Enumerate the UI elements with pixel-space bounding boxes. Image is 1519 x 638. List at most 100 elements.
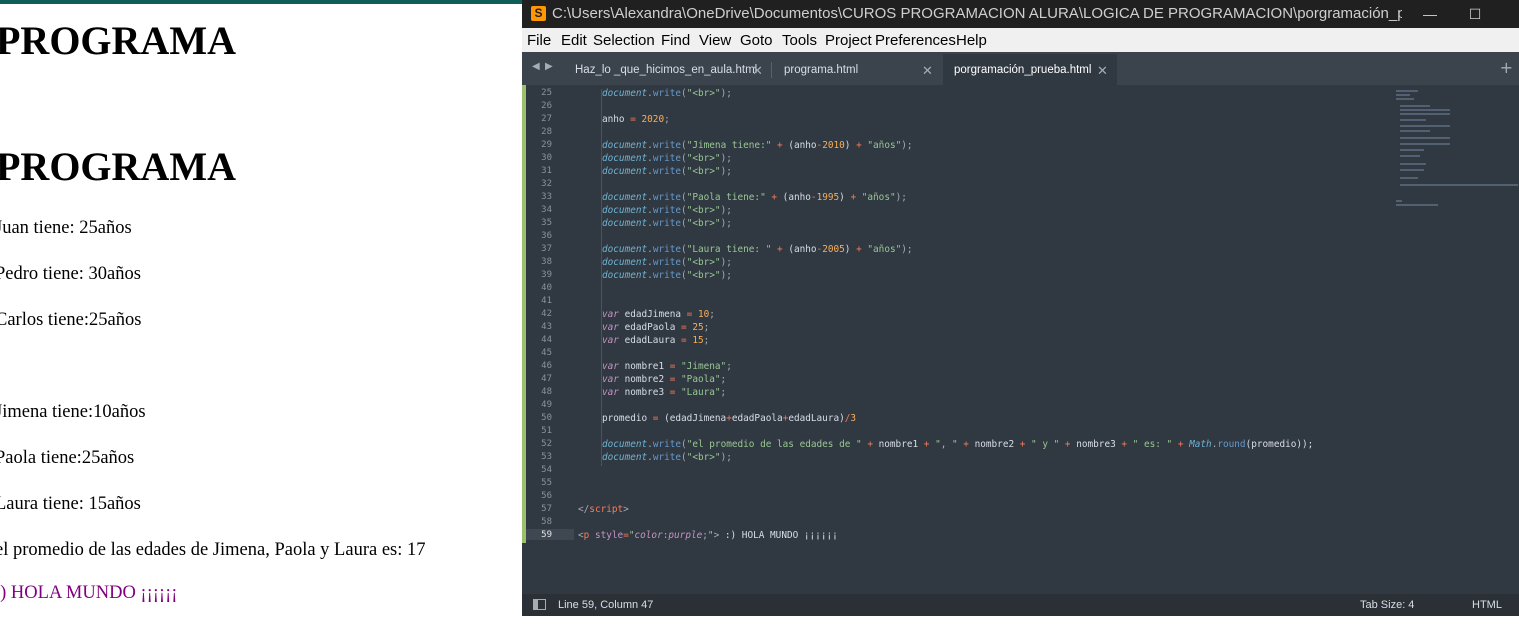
minimap-line <box>1400 105 1430 107</box>
sidebar-toggle-icon[interactable] <box>533 599 546 610</box>
minimap-line <box>1396 98 1414 100</box>
menu-tools[interactable]: Tools <box>782 32 817 49</box>
line-number: 48 <box>541 387 552 397</box>
menu-find[interactable]: Find <box>661 32 690 49</box>
code-line: var nombre3 = "Laura"; <box>602 387 727 398</box>
minimap-line <box>1396 90 1418 92</box>
line-number: 39 <box>541 270 552 280</box>
code-line: var nombre2 = "Paola"; <box>602 374 727 385</box>
line-number: 41 <box>541 296 552 306</box>
new-tab-icon[interactable]: + <box>1500 58 1513 77</box>
line-number: 53 <box>541 452 552 462</box>
minimap-line <box>1400 143 1450 145</box>
tab-next-icon[interactable]: ▶ <box>545 61 553 72</box>
code-line: document.write("<br>"); <box>602 270 732 281</box>
status-bar: Line 59, Column 47 Tab Size: 4 HTML <box>522 594 1519 616</box>
hola-mundo-line: :) HOLA MUNDO ¡¡¡¡¡¡ <box>0 583 178 603</box>
line-number: 49 <box>541 400 552 410</box>
code-line: var edadPaola = 25; <box>602 322 710 333</box>
code-line: var edadJimena = 10; <box>602 309 715 320</box>
line-number: 30 <box>541 153 552 163</box>
line-number: 52 <box>541 439 552 449</box>
line-number: 57 <box>541 504 552 514</box>
menu-edit[interactable]: Edit <box>561 32 587 49</box>
menu-bar: File Edit Selection Find View Goto Tools… <box>522 28 1519 52</box>
line-number: 33 <box>541 192 552 202</box>
line-number-gutter: 25 26 27 28 29 30 31 32 33 34 35 36 37 38 39 40 41 42 43 44… <box>522 85 578 594</box>
output-line: Laura tiene: 15años <box>0 494 141 514</box>
tab-prev-icon[interactable]: ◀ <box>532 61 540 72</box>
minimap-line <box>1400 149 1424 151</box>
menu-goto[interactable]: Goto <box>740 32 773 49</box>
code-line: anho = 2020; <box>602 114 670 125</box>
line-number: 28 <box>541 127 552 137</box>
tab-bar: ◀ ▶ Haz_lo _que_hicimos_en_aula.html ✕ p… <box>522 52 1519 85</box>
output-line: Jimena tiene:10años <box>0 402 146 422</box>
editor-window: S C:\Users\Alexandra\OneDrive\Documentos… <box>522 0 1519 616</box>
line-number: 31 <box>541 166 552 176</box>
code-line: document.write("<br>"); <box>602 205 732 216</box>
code-line: document.write("el promedio de las edade… <box>602 439 1314 450</box>
menu-selection[interactable]: Selection <box>593 32 655 49</box>
code-line: document.write("Laura tiene: " + (anho-2… <box>602 244 913 255</box>
minimap-line <box>1400 119 1426 121</box>
tab-size-selector[interactable]: Tab Size: 4 <box>1360 599 1414 611</box>
line-number: 34 <box>541 205 552 215</box>
page-heading-1: PROGRAMA <box>0 18 236 63</box>
browser-page: PROGRAMA PROGRAMA Juan tiene: 25años Ped… <box>0 0 522 638</box>
minimap-line <box>1400 130 1430 132</box>
tab-porgramacion-prueba[interactable]: porgramación_prueba.html ✕ <box>943 54 1117 85</box>
output-line: Juan tiene: 25años <box>0 218 132 238</box>
minimap-line <box>1400 109 1450 111</box>
code-line: document.write("<br>"); <box>602 88 732 99</box>
minimap-line <box>1400 177 1418 179</box>
menu-view[interactable]: View <box>699 32 731 49</box>
minimap-line <box>1396 94 1410 96</box>
maximize-icon[interactable]: ☐ <box>1460 3 1490 25</box>
line-number: 47 <box>541 374 552 384</box>
code-line: var nombre1 = "Jimena"; <box>602 361 732 372</box>
minimap[interactable] <box>1394 85 1519 594</box>
syntax-selector[interactable]: HTML <box>1472 599 1502 611</box>
line-number: 43 <box>541 322 552 332</box>
code-line: document.write("<br>"); <box>602 166 732 177</box>
title-bar[interactable]: S C:\Users\Alexandra\OneDrive\Documentos… <box>522 0 1519 28</box>
sublime-text-icon: S <box>531 6 546 21</box>
tab-separator <box>771 62 772 78</box>
minimap-line <box>1400 163 1426 165</box>
line-number: 45 <box>541 348 552 358</box>
output-line: Pedro tiene: 30años <box>0 264 141 284</box>
tab-haz-lo[interactable]: Haz_lo _que_hicimos_en_aula.html ✕ <box>575 54 765 85</box>
line-number: 59 <box>541 530 552 540</box>
average-line: el promedio de las edades de Jimena, Pao… <box>0 540 426 560</box>
close-icon[interactable]: ✕ <box>922 63 933 79</box>
line-number: 36 <box>541 231 552 241</box>
browser-top-accent <box>0 0 522 4</box>
code-line: document.write("<br>"); <box>602 153 732 164</box>
window-title: C:\Users\Alexandra\OneDrive\Documentos\C… <box>552 5 1402 22</box>
close-icon[interactable]: ✕ <box>752 63 763 79</box>
menu-help[interactable]: Help <box>956 32 987 49</box>
menu-file[interactable]: File <box>527 32 551 49</box>
menu-project[interactable]: Project <box>825 32 872 49</box>
line-number: 58 <box>541 517 552 527</box>
minimap-line <box>1400 155 1420 157</box>
close-icon[interactable]: ✕ <box>1097 63 1108 79</box>
tab-label: Haz_lo _que_hicimos_en_aula.html <box>575 64 758 76</box>
line-number: 51 <box>541 426 552 436</box>
code-line: document.write("Jimena tiene:" + (anho-2… <box>602 140 913 151</box>
line-number: 54 <box>541 465 552 475</box>
output-line: Carlos tiene:25años <box>0 310 142 330</box>
code-line: </script> <box>578 504 629 515</box>
code-area[interactable]: document.write("<br>"); anho = 2020; docum… <box>578 85 1393 594</box>
code-line: var edadLaura = 15; <box>602 335 710 346</box>
line-number: 25 <box>541 88 552 98</box>
tab-programa[interactable]: programa.html ✕ <box>784 54 934 85</box>
line-number: 37 <box>541 244 552 254</box>
menu-preferences[interactable]: Preferences <box>875 32 956 49</box>
page-heading-2: PROGRAMA <box>0 144 236 189</box>
line-number: 38 <box>541 257 552 267</box>
code-line: document.write("Paola tiene:" + (anho-19… <box>602 192 907 203</box>
line-number: 27 <box>541 114 552 124</box>
minimize-icon[interactable]: — <box>1415 3 1445 25</box>
